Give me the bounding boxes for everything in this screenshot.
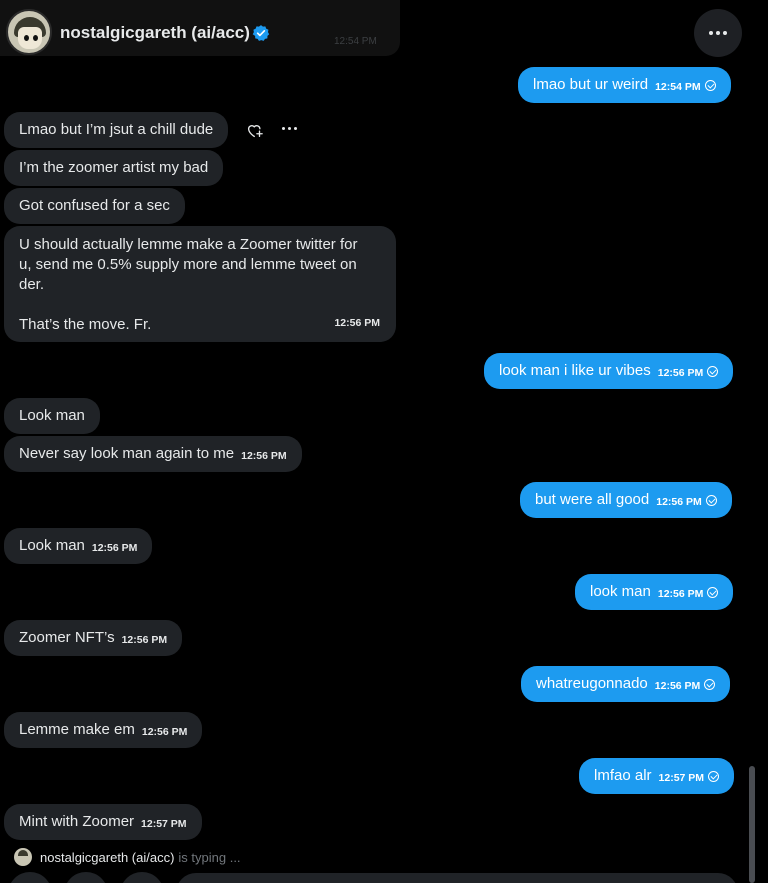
message-incoming[interactable]: I’m the zoomer artist my bad — [4, 150, 224, 186]
message-incoming[interactable]: U should actually lemme make a Zoomer tw… — [4, 226, 396, 342]
sent-check-icon — [707, 587, 719, 598]
message-incoming[interactable]: Look man — [4, 398, 100, 434]
media-button[interactable] — [8, 872, 52, 883]
more-horizontal-icon — [282, 127, 285, 130]
verified-badge-icon — [252, 25, 270, 41]
message-outgoing[interactable]: lmao but ur weird 12:54 PM — [518, 67, 731, 103]
scrollbar[interactable] — [748, 0, 756, 883]
message-incoming[interactable]: Zoomer NFT’s 12:56 PM — [4, 620, 183, 656]
conversation-name[interactable]: nostalgicgareth (ai/acc) — [60, 23, 250, 43]
add-reaction-icon[interactable] — [246, 121, 264, 139]
emoji-button[interactable] — [120, 872, 164, 883]
message-incoming[interactable]: Mint with Zoomer 12:57 PM — [4, 804, 202, 840]
sent-check-icon — [704, 80, 716, 91]
avatar[interactable] — [6, 9, 52, 55]
conversation-header: 12:54 PM nostalgicgareth (ai/acc) — [0, 0, 768, 62]
message-timestamp: 12:56 PM — [334, 317, 380, 329]
typing-indicator: nostalgicgareth (ai/acc) is typing ... — [14, 848, 241, 866]
message-incoming[interactable]: Look man 12:56 PM — [4, 528, 153, 564]
message-outgoing[interactable]: look man i like ur vibes 12:56 PM — [484, 353, 734, 389]
message-outgoing[interactable]: look man 12:56 PM — [575, 574, 734, 610]
message-incoming[interactable]: Got confused for a sec — [4, 188, 185, 224]
scrollbar-thumb[interactable] — [749, 766, 755, 883]
message-incoming[interactable]: Lemme make em 12:56 PM — [4, 712, 203, 748]
more-horizontal-icon — [709, 31, 713, 35]
sent-check-icon — [705, 495, 717, 506]
typing-avatar — [14, 848, 32, 866]
message-more-button[interactable] — [282, 127, 297, 130]
conversation-more-button[interactable] — [694, 9, 742, 57]
gif-button[interactable] — [64, 872, 108, 883]
message-outgoing[interactable]: but were all good 12:56 PM — [520, 482, 732, 518]
message-incoming[interactable]: Never say look man again to me 12:56 PM — [4, 436, 302, 472]
sent-check-icon — [708, 771, 720, 782]
faded-timestamp: 12:54 PM — [334, 36, 377, 47]
sent-check-icon — [707, 366, 719, 377]
message-incoming[interactable]: Lmao but I’m jsut a chill dude — [4, 112, 229, 148]
message-outgoing[interactable]: whatreugonnado 12:56 PM — [521, 666, 731, 702]
message-input[interactable] — [176, 873, 738, 883]
message-outgoing[interactable]: lmfao alr 12:57 PM — [579, 758, 735, 794]
sent-check-icon — [704, 679, 716, 690]
